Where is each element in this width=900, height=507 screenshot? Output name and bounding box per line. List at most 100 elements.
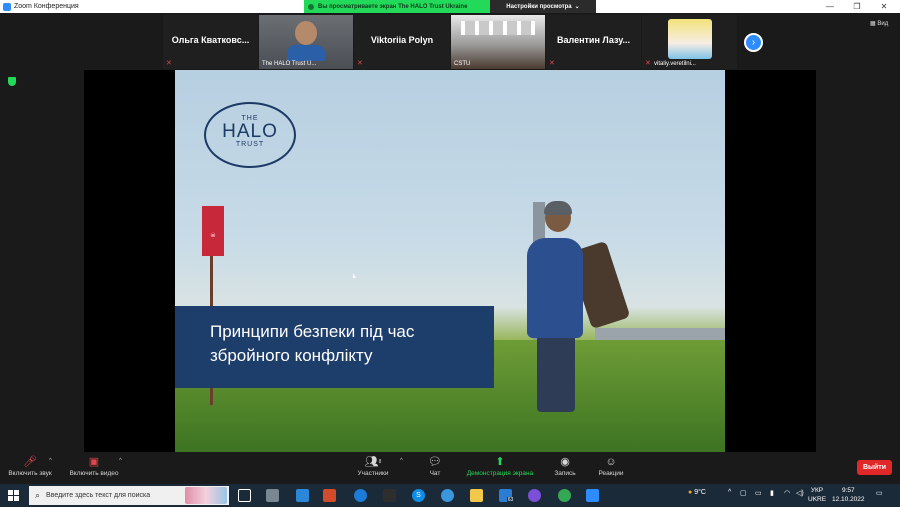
show-hidden-icons-chevron-icon[interactable]: ^	[728, 489, 731, 496]
participants-button[interactable]: 👥︎8 Участники	[352, 454, 394, 484]
weather-widget[interactable]: ● 9°C	[688, 489, 706, 496]
deminer-legs-graphic	[537, 332, 575, 412]
slide-title-line-1: Принципи безпеки під час	[210, 322, 415, 341]
notifications-icon[interactable]: ▭	[876, 489, 883, 497]
app-icon-computer[interactable]	[266, 489, 279, 502]
chevron-right-icon: ›	[751, 37, 756, 48]
app-icon-photos[interactable]	[296, 489, 309, 502]
participants-icon-wrap: 👥︎8	[352, 454, 394, 470]
close-icon: ✕	[880, 2, 888, 11]
chrome-icon[interactable]	[558, 489, 571, 502]
next-page-button[interactable]: ›	[744, 33, 763, 52]
file-explorer-icon[interactable]	[470, 489, 483, 502]
participant-tile[interactable]: Ольга Кватковс... ✕	[163, 15, 258, 69]
windows-start-icon[interactable]	[8, 490, 19, 501]
view-options-button[interactable]: Настройки просмотра ⌄	[490, 0, 596, 13]
share-screen-icon: ⬆	[495, 456, 505, 468]
participant-tile[interactable]: ✕ vitaliy.veretilni...	[642, 15, 737, 69]
app-icon-paint[interactable]	[323, 489, 336, 502]
close-button[interactable]: ✕	[870, 0, 898, 13]
weather-temp: 9°C	[694, 489, 706, 496]
taskbar-clock[interactable]: 9:57 12.10.2022	[832, 486, 865, 504]
unmute-label: Включить звук	[8, 470, 52, 477]
participants-icon: 👥︎	[364, 456, 379, 468]
chat-label: Чат	[429, 470, 441, 477]
participant-name: Viktoriia Polyn	[370, 35, 434, 45]
volume-icon[interactable]: ◁)	[796, 489, 804, 497]
logo-line-2: HALO	[222, 121, 278, 142]
slide-title-box: Принципи безпеки під час збройного конфл…	[175, 306, 494, 388]
minimize-icon: —	[826, 2, 834, 11]
language-indicator[interactable]: УКР UKRE	[808, 486, 826, 504]
share-screen-label: Демонстрация экрана	[466, 470, 534, 477]
video-off-icon: ▣	[88, 456, 100, 468]
maximize-icon: ❐	[853, 2, 861, 11]
reactions-label: Реакции	[598, 470, 624, 477]
participants-label: Участники	[357, 470, 389, 477]
presentation-slide: ☠ THE HALO TRUST Принципи безпеки під ча…	[175, 70, 725, 452]
tray-app-icon[interactable]: ▢	[740, 489, 747, 497]
search-highlight-image	[185, 487, 227, 504]
participant-tile[interactable]: Viktoriia Polyn ✕	[354, 15, 450, 69]
mine-warning-sign-icon: ☠	[202, 206, 224, 256]
slide-title-line-2: збройного конфлікту	[210, 346, 373, 365]
participant-tile[interactable]: The HALO Trust U...	[259, 15, 353, 69]
participants-count: 8	[378, 459, 382, 465]
app-icon-browser[interactable]	[441, 489, 454, 502]
meeting-toolbar: 🎤︎ Включить звук ^ ▣ Включить видео ^ 👥︎…	[0, 452, 900, 484]
leave-meeting-button[interactable]: Выйти	[857, 460, 892, 475]
chat-icon: 💬︎	[428, 456, 442, 468]
participant-label: vitaliy.veretilni...	[654, 61, 696, 67]
task-view-icon[interactable]	[238, 489, 251, 502]
battery-icon[interactable]: ▭	[755, 489, 762, 497]
viber-icon[interactable]	[528, 489, 541, 502]
view-options-label: Настройки просмотра	[506, 3, 572, 10]
participant-name: Ольга Кватковс...	[171, 35, 250, 45]
participant-strip: Ольга Кватковс... ✕ The HALO Trust U... …	[0, 13, 900, 70]
window-title: Zoom Конференция	[14, 3, 79, 10]
app-icon-edge[interactable]	[354, 489, 367, 502]
start-video-label: Включить видео	[69, 470, 119, 477]
lang-line-1: УКР	[810, 487, 824, 494]
participants-options-chevron-icon[interactable]: ^	[400, 458, 403, 464]
windows-taskbar: ⌕ Введите здесь текст для поиска S 63 ● …	[0, 484, 900, 507]
audio-options-chevron-icon[interactable]: ^	[49, 458, 52, 464]
participant-video-shirt	[287, 45, 325, 61]
muted-mic-icon: ✕	[166, 60, 172, 67]
mail-badge: 63	[506, 496, 515, 503]
wifi-icon[interactable]: ◠	[784, 489, 790, 497]
clock-date: 12.10.2022	[832, 496, 865, 503]
security-shield-icon[interactable]	[8, 77, 16, 86]
reactions-button[interactable]: ☺ Реакции	[594, 454, 628, 484]
screen-share-banner: Вы просматриваете экран The HALO Trust U…	[304, 0, 490, 13]
video-options-chevron-icon[interactable]: ^	[119, 458, 122, 464]
record-button[interactable]: ◉ Запись	[550, 454, 580, 484]
zoom-window: Zoom Конференция — ❐ ✕ Вы просматриваете…	[0, 0, 900, 507]
zoom-app-icon	[3, 2, 11, 11]
app-icon-security[interactable]	[383, 489, 396, 502]
search-icon: ⌕	[35, 490, 41, 500]
chat-button[interactable]: 💬︎ Чат	[420, 454, 450, 484]
logo-line-3: TRUST	[235, 141, 265, 148]
maximize-button[interactable]: ❐	[843, 0, 871, 13]
zoom-taskbar-icon[interactable]	[586, 489, 599, 502]
view-toggle[interactable]: ▦ Вид	[870, 20, 888, 27]
clock-time: 9:57	[841, 487, 855, 494]
participant-tile[interactable]: Валентин Лазу... ✕	[546, 15, 641, 69]
mail-icon[interactable]: 63	[499, 489, 515, 503]
mouse-cursor-icon	[353, 273, 356, 278]
reactions-icon: ☺	[605, 456, 617, 468]
microphone-tray-icon[interactable]: ▮	[770, 489, 774, 497]
start-video-button[interactable]: ▣ Включить видео	[64, 454, 124, 484]
lang-line-2: UKRE	[808, 496, 827, 503]
minimize-button[interactable]: —	[816, 0, 844, 13]
participant-tile[interactable]: CSTU	[451, 15, 545, 69]
skype-icon[interactable]: S	[412, 489, 425, 502]
share-screen-button[interactable]: ⬆ Демонстрация экрана	[460, 454, 540, 484]
grid-icon: ▦	[870, 21, 876, 27]
muted-mic-icon: ✕	[645, 60, 651, 67]
record-icon: ◉	[560, 456, 570, 468]
deminer-torso-graphic	[527, 238, 583, 338]
leave-label: Выйти	[862, 464, 887, 471]
taskbar-search-box[interactable]: ⌕ Введите здесь текст для поиска	[29, 486, 229, 505]
